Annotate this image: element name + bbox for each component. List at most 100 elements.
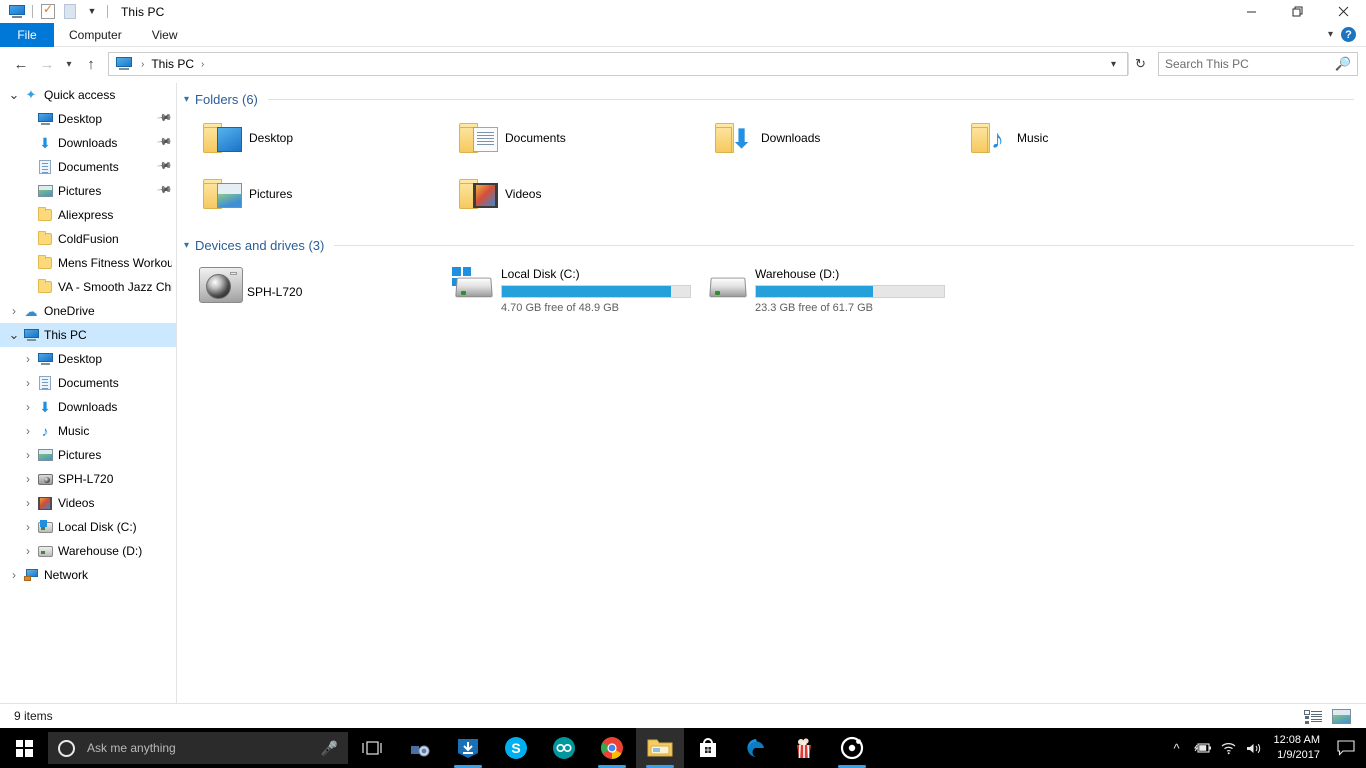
- download-manager-icon[interactable]: [444, 728, 492, 768]
- sidebar-item-aliexpress[interactable]: Aliexpress: [0, 203, 176, 227]
- action-center-button[interactable]: [1330, 728, 1362, 768]
- pin-icon[interactable]: 📌: [155, 158, 172, 174]
- device-tile[interactable]: Local Disk (C:)4.70 GB free of 48.9 GB: [449, 256, 703, 312]
- sidebar-item-sph-l720[interactable]: ›SPH-L720: [0, 467, 176, 491]
- close-button[interactable]: [1320, 0, 1366, 23]
- microphone-icon[interactable]: 🎤: [321, 740, 338, 757]
- sidebar-item-this-pc[interactable]: ⌄This PC: [0, 323, 176, 347]
- tab-file[interactable]: File: [0, 23, 54, 47]
- file-explorer-icon[interactable]: [636, 728, 684, 768]
- sidebar-item-label: Documents: [58, 376, 119, 390]
- sidebar-item-pictures[interactable]: Pictures📌: [0, 179, 176, 203]
- sidebar-item-va-smooth-jazz-chill[interactable]: VA - Smooth Jazz Chill (: [0, 275, 176, 299]
- chevron-right-icon[interactable]: ›: [20, 448, 36, 462]
- sidebar-item-mens-fitness-workout-l[interactable]: Mens Fitness Workout l: [0, 251, 176, 275]
- folder-tile[interactable]: Documents: [451, 110, 707, 166]
- arduino-icon[interactable]: [540, 728, 588, 768]
- device-tile[interactable]: Warehouse (D:)23.3 GB free of 61.7 GB: [703, 256, 957, 312]
- sidebar-item-local-disk-c[interactable]: ›Local Disk (C:): [0, 515, 176, 539]
- chevron-right-icon[interactable]: ›: [20, 520, 36, 534]
- breadcrumb-separator-0[interactable]: ›: [136, 59, 149, 70]
- wifi-icon[interactable]: [1216, 728, 1242, 768]
- sidebar-item-warehouse-d[interactable]: ›Warehouse (D:): [0, 539, 176, 563]
- folder-tile[interactable]: ♪Music: [963, 110, 1219, 166]
- chevron-down-icon[interactable]: ▾: [184, 240, 189, 251]
- back-button[interactable]: ←: [8, 51, 34, 77]
- battery-icon[interactable]: [1190, 728, 1216, 768]
- this-pc-icon[interactable]: [6, 1, 28, 23]
- pin-icon[interactable]: 📌: [155, 134, 172, 150]
- sidebar-item-coldfusion[interactable]: ColdFusion: [0, 227, 176, 251]
- tab-view[interactable]: View: [137, 23, 193, 47]
- chevron-right-icon[interactable]: ›: [20, 424, 36, 438]
- task-view-button[interactable]: [348, 728, 396, 768]
- help-icon[interactable]: ?: [1341, 27, 1356, 42]
- minimize-button[interactable]: [1228, 0, 1274, 23]
- breadcrumb-item-this-pc[interactable]: This PC: [149, 57, 196, 71]
- sidebar-item-downloads[interactable]: ⬇Downloads📌: [0, 131, 176, 155]
- pin-icon[interactable]: 📌: [155, 110, 172, 126]
- search-box[interactable]: 🔍: [1158, 52, 1358, 76]
- chevron-right-icon[interactable]: ›: [6, 304, 22, 318]
- chevron-right-icon[interactable]: ›: [20, 352, 36, 366]
- cortana-search-box[interactable]: Ask me anything 🎤: [48, 732, 348, 764]
- refresh-button[interactable]: ↻: [1128, 53, 1152, 75]
- clock[interactable]: 12:08 AM 1/9/2017: [1268, 733, 1330, 763]
- address-bar[interactable]: › This PC › ▾: [108, 52, 1128, 76]
- recent-locations-button[interactable]: ▾: [60, 51, 78, 77]
- chrome-icon[interactable]: [588, 728, 636, 768]
- show-hidden-icons-button[interactable]: ^: [1164, 728, 1190, 768]
- device-tile[interactable]: SPH-L720: [195, 256, 449, 312]
- sidebar-item-quick-access[interactable]: ⌄✦Quick access: [0, 83, 176, 107]
- chevron-right-icon[interactable]: ›: [20, 376, 36, 390]
- properties-icon[interactable]: [37, 1, 59, 23]
- skype-icon[interactable]: S: [492, 728, 540, 768]
- chevron-right-icon[interactable]: ›: [20, 544, 36, 558]
- group-header-devices[interactable]: ▾ Devices and drives (3): [177, 234, 1366, 256]
- chevron-down-icon[interactable]: ⌄: [6, 91, 22, 99]
- breadcrumb-separator-1[interactable]: ›: [196, 59, 209, 70]
- ionic-icon[interactable]: [828, 728, 876, 768]
- search-input[interactable]: [1165, 57, 1335, 71]
- new-folder-icon[interactable]: [59, 1, 81, 23]
- tab-computer[interactable]: Computer: [54, 23, 137, 47]
- group-header-folders[interactable]: ▾ Folders (6): [177, 88, 1366, 110]
- sidebar-item-desktop[interactable]: ›Desktop: [0, 347, 176, 371]
- folder-tile[interactable]: Pictures: [195, 166, 451, 222]
- customize-dropdown-icon[interactable]: ▼: [81, 1, 103, 23]
- volume-icon[interactable]: [1242, 728, 1268, 768]
- chevron-down-icon[interactable]: ▾: [184, 94, 189, 105]
- search-icon[interactable]: 🔍: [1335, 56, 1351, 72]
- pin-icon[interactable]: 📌: [155, 182, 172, 198]
- sidebar-item-videos[interactable]: ›Videos: [0, 491, 176, 515]
- folder-tile[interactable]: Desktop: [195, 110, 451, 166]
- file-transfer-icon[interactable]: [396, 728, 444, 768]
- sidebar-item-downloads[interactable]: ›⬇Downloads: [0, 395, 176, 419]
- forward-button[interactable]: →: [34, 51, 60, 77]
- microsoft-store-icon[interactable]: [684, 728, 732, 768]
- sidebar-item-network[interactable]: ›Network: [0, 563, 176, 587]
- folder-tile[interactable]: Videos: [451, 166, 707, 222]
- sidebar-item-onedrive[interactable]: ›☁OneDrive: [0, 299, 176, 323]
- chevron-right-icon[interactable]: ›: [20, 496, 36, 510]
- chevron-right-icon[interactable]: ›: [6, 568, 22, 582]
- sidebar-item-desktop[interactable]: Desktop📌: [0, 107, 176, 131]
- up-button[interactable]: ↑: [78, 51, 104, 77]
- details-view-button[interactable]: [1302, 707, 1324, 725]
- popcorn-time-icon[interactable]: [780, 728, 828, 768]
- large-icons-view-button[interactable]: [1330, 707, 1352, 725]
- folder-tile[interactable]: ⬇Downloads: [707, 110, 963, 166]
- sidebar-item-documents[interactable]: › Documents: [0, 371, 176, 395]
- chevron-right-icon[interactable]: ›: [20, 400, 36, 414]
- edge-icon[interactable]: [732, 728, 780, 768]
- sidebar-item-documents[interactable]: Documents📌: [0, 155, 176, 179]
- maximize-button[interactable]: [1274, 0, 1320, 23]
- chevron-down-icon[interactable]: ▾: [1328, 29, 1333, 40]
- sidebar-item-pictures[interactable]: ›Pictures: [0, 443, 176, 467]
- sidebar-item-music[interactable]: ›♪Music: [0, 419, 176, 443]
- address-dropdown-icon[interactable]: ▾: [1104, 59, 1123, 70]
- chevron-down-icon[interactable]: ⌄: [6, 331, 22, 339]
- folder-icon: [36, 233, 54, 245]
- start-button[interactable]: [0, 728, 48, 768]
- chevron-right-icon[interactable]: ›: [20, 472, 36, 486]
